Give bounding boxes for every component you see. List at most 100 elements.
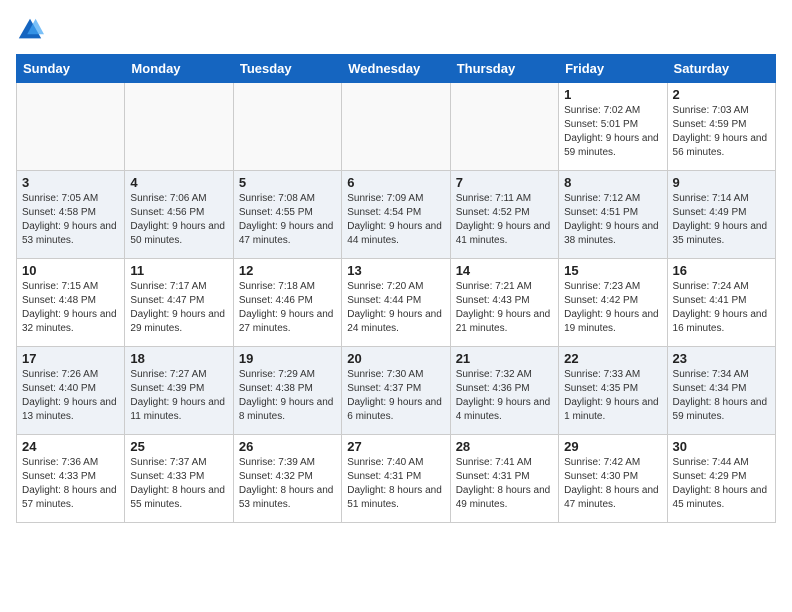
weekday-header-friday: Friday [559,55,667,83]
day-info: Sunrise: 7:03 AM Sunset: 4:59 PM Dayligh… [673,104,770,160]
calendar-cell: 27 Sunrise: 7:40 AM Sunset: 4:31 PM Dayli… [342,435,450,523]
weekday-header-sunday: Sunday [17,55,125,83]
day-number: 24 [22,439,119,454]
calendar-cell: 4 Sunrise: 7:06 AM Sunset: 4:56 PM Daylig… [125,171,233,259]
day-info: Sunrise: 7:18 AM Sunset: 4:46 PM Dayligh… [239,280,336,336]
day-info: Sunrise: 7:42 AM Sunset: 4:30 PM Dayligh… [564,456,661,512]
calendar-cell: 15 Sunrise: 7:23 AM Sunset: 4:42 PM Dayli… [559,259,667,347]
weekday-header-monday: Monday [125,55,233,83]
day-number: 1 [564,87,661,102]
day-number: 9 [673,175,770,190]
day-info: Sunrise: 7:29 AM Sunset: 4:38 PM Dayligh… [239,368,336,424]
calendar-cell: 21 Sunrise: 7:32 AM Sunset: 4:36 PM Dayli… [450,347,558,435]
page-header [16,16,776,44]
day-number: 10 [22,263,119,278]
logo [16,16,48,44]
day-info: Sunrise: 7:14 AM Sunset: 4:49 PM Dayligh… [673,192,770,248]
day-info: Sunrise: 7:33 AM Sunset: 4:35 PM Dayligh… [564,368,661,424]
day-number: 28 [456,439,553,454]
calendar-cell [17,83,125,171]
day-number: 19 [239,351,336,366]
calendar-cell: 20 Sunrise: 7:30 AM Sunset: 4:37 PM Dayli… [342,347,450,435]
calendar-cell: 16Sunrise: 7:24 AM Sunset: 4:41 PM Dayli… [667,259,775,347]
day-number: 5 [239,175,336,190]
day-info: Sunrise: 7:23 AM Sunset: 4:42 PM Dayligh… [564,280,661,336]
day-number: 6 [347,175,444,190]
day-number: 4 [130,175,227,190]
day-info: Sunrise: 7:02 AM Sunset: 5:01 PM Dayligh… [564,104,661,160]
day-info: Sunrise: 7:30 AM Sunset: 4:37 PM Dayligh… [347,368,444,424]
calendar-cell: 11 Sunrise: 7:17 AM Sunset: 4:47 PM Dayli… [125,259,233,347]
day-number: 13 [347,263,444,278]
day-info: Sunrise: 7:24 AM Sunset: 4:41 PM Dayligh… [673,280,770,336]
week-row-3: 10Sunrise: 7:15 AM Sunset: 4:48 PM Dayli… [17,259,776,347]
calendar-cell: 6 Sunrise: 7:09 AM Sunset: 4:54 PM Daylig… [342,171,450,259]
day-number: 22 [564,351,661,366]
calendar-cell: 7 Sunrise: 7:11 AM Sunset: 4:52 PM Daylig… [450,171,558,259]
calendar-cell [125,83,233,171]
day-number: 8 [564,175,661,190]
day-info: Sunrise: 7:27 AM Sunset: 4:39 PM Dayligh… [130,368,227,424]
day-number: 30 [673,439,770,454]
day-info: Sunrise: 7:09 AM Sunset: 4:54 PM Dayligh… [347,192,444,248]
day-info: Sunrise: 7:44 AM Sunset: 4:29 PM Dayligh… [673,456,770,512]
day-info: Sunrise: 7:32 AM Sunset: 4:36 PM Dayligh… [456,368,553,424]
day-number: 7 [456,175,553,190]
calendar-cell: 23Sunrise: 7:34 AM Sunset: 4:34 PM Dayli… [667,347,775,435]
weekday-header-saturday: Saturday [667,55,775,83]
day-number: 29 [564,439,661,454]
calendar-cell: 22 Sunrise: 7:33 AM Sunset: 4:35 PM Dayli… [559,347,667,435]
day-number: 26 [239,439,336,454]
day-number: 27 [347,439,444,454]
calendar-cell: 8 Sunrise: 7:12 AM Sunset: 4:51 PM Daylig… [559,171,667,259]
calendar-cell: 17Sunrise: 7:26 AM Sunset: 4:40 PM Dayli… [17,347,125,435]
calendar-cell: 26 Sunrise: 7:39 AM Sunset: 4:32 PM Dayli… [233,435,341,523]
calendar-cell: 14Sunrise: 7:21 AM Sunset: 4:43 PM Dayli… [450,259,558,347]
week-row-5: 24 Sunrise: 7:36 AM Sunset: 4:33 PM Dayli… [17,435,776,523]
day-info: Sunrise: 7:40 AM Sunset: 4:31 PM Dayligh… [347,456,444,512]
day-number: 18 [130,351,227,366]
weekday-header-tuesday: Tuesday [233,55,341,83]
calendar-cell [233,83,341,171]
day-number: 15 [564,263,661,278]
weekday-header-row: SundayMondayTuesdayWednesdayThursdayFrid… [17,55,776,83]
day-number: 25 [130,439,227,454]
calendar-cell: 13 Sunrise: 7:20 AM Sunset: 4:44 PM Dayli… [342,259,450,347]
day-number: 11 [130,263,227,278]
day-number: 12 [239,263,336,278]
day-number: 23 [673,351,770,366]
calendar-cell: 29 Sunrise: 7:42 AM Sunset: 4:30 PM Dayli… [559,435,667,523]
calendar-cell: 12 Sunrise: 7:18 AM Sunset: 4:46 PM Dayli… [233,259,341,347]
day-number: 21 [456,351,553,366]
day-info: Sunrise: 7:39 AM Sunset: 4:32 PM Dayligh… [239,456,336,512]
day-info: Sunrise: 7:11 AM Sunset: 4:52 PM Dayligh… [456,192,553,248]
day-info: Sunrise: 7:12 AM Sunset: 4:51 PM Dayligh… [564,192,661,248]
logo-icon [16,16,44,44]
day-number: 20 [347,351,444,366]
calendar-cell [450,83,558,171]
day-info: Sunrise: 7:41 AM Sunset: 4:31 PM Dayligh… [456,456,553,512]
day-info: Sunrise: 7:17 AM Sunset: 4:47 PM Dayligh… [130,280,227,336]
weekday-header-thursday: Thursday [450,55,558,83]
day-number: 2 [673,87,770,102]
calendar-cell: 18 Sunrise: 7:27 AM Sunset: 4:39 PM Dayli… [125,347,233,435]
calendar-cell: 9 Sunrise: 7:14 AM Sunset: 4:49 PM Daylig… [667,171,775,259]
weekday-header-wednesday: Wednesday [342,55,450,83]
calendar-cell: 19 Sunrise: 7:29 AM Sunset: 4:38 PM Dayli… [233,347,341,435]
week-row-2: 3Sunrise: 7:05 AM Sunset: 4:58 PM Daylig… [17,171,776,259]
day-info: Sunrise: 7:37 AM Sunset: 4:33 PM Dayligh… [130,456,227,512]
day-info: Sunrise: 7:36 AM Sunset: 4:33 PM Dayligh… [22,456,119,512]
day-info: Sunrise: 7:08 AM Sunset: 4:55 PM Dayligh… [239,192,336,248]
day-number: 14 [456,263,553,278]
week-row-1: 1 Sunrise: 7:02 AM Sunset: 5:01 PM Daylig… [17,83,776,171]
calendar-cell [342,83,450,171]
day-info: Sunrise: 7:06 AM Sunset: 4:56 PM Dayligh… [130,192,227,248]
week-row-4: 17Sunrise: 7:26 AM Sunset: 4:40 PM Dayli… [17,347,776,435]
day-info: Sunrise: 7:20 AM Sunset: 4:44 PM Dayligh… [347,280,444,336]
calendar-cell: 5 Sunrise: 7:08 AM Sunset: 4:55 PM Daylig… [233,171,341,259]
day-number: 17 [22,351,119,366]
calendar-cell: 10Sunrise: 7:15 AM Sunset: 4:48 PM Dayli… [17,259,125,347]
calendar-cell: 30 Sunrise: 7:44 AM Sunset: 4:29 PM Dayli… [667,435,775,523]
calendar-table: SundayMondayTuesdayWednesdayThursdayFrid… [16,54,776,523]
day-number: 3 [22,175,119,190]
